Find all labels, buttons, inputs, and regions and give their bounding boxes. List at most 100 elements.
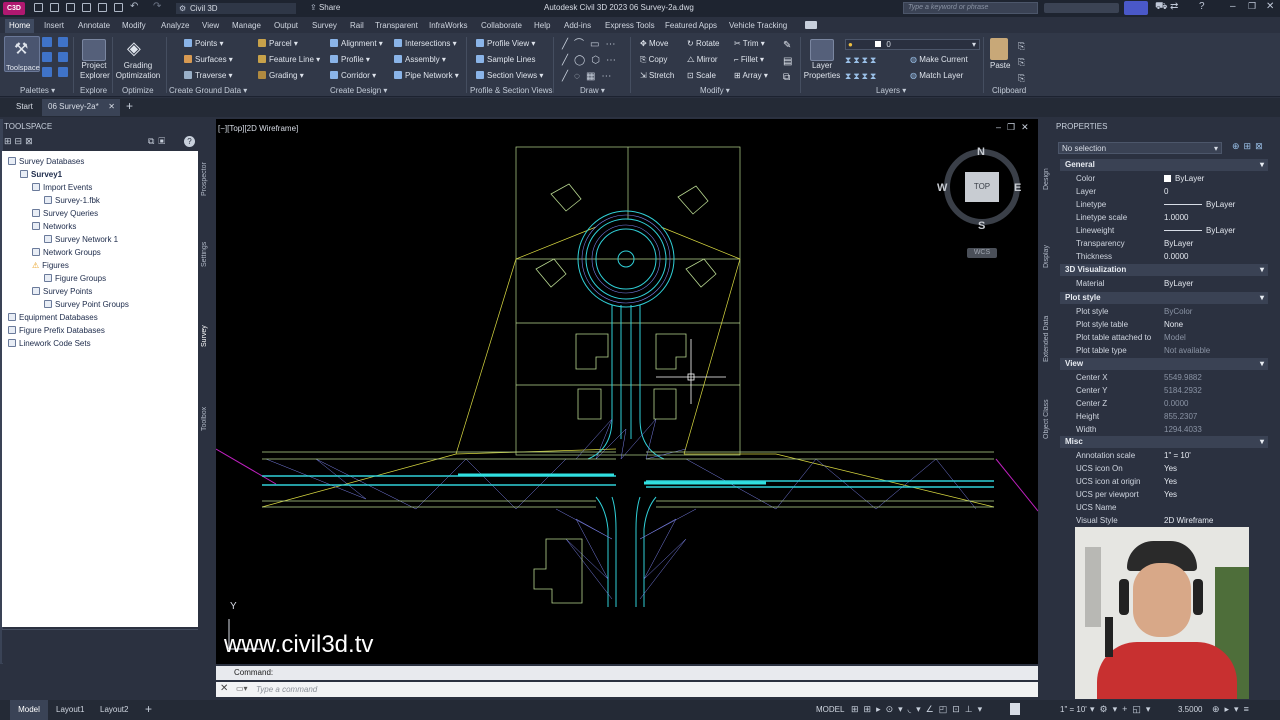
elevation-value[interactable]: 3.5000 [1178, 705, 1202, 714]
tab-display[interactable]: Display [1043, 239, 1055, 274]
category-3d-visualization[interactable]: 3D Visualization ▾ [1060, 264, 1268, 276]
edit-tools-icon[interactable]: ✎ ▤ ⧉ [783, 38, 792, 86]
workspace-toggles[interactable]: ▾⚙▾+◱▾ [1090, 704, 1155, 715]
close-icon[interactable]: ✕ [220, 683, 228, 694]
palette-icon[interactable] [58, 67, 68, 77]
palette-icon[interactable] [42, 67, 52, 77]
help-icon[interactable]: ? [184, 136, 195, 147]
cart-icon[interactable]: ⛟ [1155, 1, 1168, 14]
command-input[interactable]: ✕ ▭▾ Type a command [216, 682, 1038, 697]
category-plot-style[interactable]: Plot style ▾ [1060, 292, 1268, 304]
save-icon[interactable] [66, 3, 75, 12]
save-as-icon[interactable] [82, 3, 91, 12]
copy-button[interactable]: ⎘ Copy [640, 55, 667, 65]
category-general[interactable]: General ▾ [1060, 159, 1268, 171]
status-tools[interactable]: ⊕▸▾≡ [1212, 704, 1254, 715]
toolspace-toolbar-right[interactable]: ⧉▣ [148, 136, 169, 147]
tab-analyze[interactable]: Analyze [161, 21, 189, 30]
tab-survey[interactable]: Survey [201, 314, 213, 359]
intersections-button[interactable]: Intersections ▾ [394, 39, 457, 48]
tree-item[interactable]: Equipment Databases [8, 313, 98, 322]
match-layer-button[interactable]: ◍ Match Layer [910, 71, 963, 80]
alignment-button[interactable]: Alignment ▾ [330, 39, 383, 48]
tab-design[interactable]: Design [1043, 159, 1055, 199]
toolspace-button[interactable]: ⚒ Toolspace [4, 36, 40, 72]
ribbon-toggle-icon[interactable] [805, 21, 817, 29]
prop-value[interactable]: None [1164, 320, 1183, 329]
close-icon[interactable]: ✕ [1266, 1, 1274, 12]
tab-settings[interactable]: Settings [201, 229, 213, 279]
panel-layers[interactable]: Layers ▾ [876, 86, 906, 95]
prop-value[interactable]: 2D Wireframe [1164, 516, 1213, 525]
tab-manage[interactable]: Manage [232, 21, 261, 30]
undo-icon[interactable]: ↶ [130, 1, 138, 12]
move-button[interactable]: ✥ Move [640, 39, 669, 48]
exchange-icon[interactable]: ⇄ [1170, 1, 1178, 12]
annotation-scale[interactable]: 1" = 10' [1060, 705, 1087, 714]
annotation-icon[interactable] [1010, 703, 1020, 715]
restore-icon[interactable]: ❐ [1248, 1, 1256, 12]
tab-express-tools[interactable]: Express Tools [605, 21, 655, 30]
prop-value[interactable]: Yes [1164, 490, 1177, 499]
prop-value[interactable]: Yes [1164, 464, 1177, 473]
model-space-toggle[interactable]: MODEL [816, 705, 844, 714]
tree-item[interactable]: Linework Code Sets [8, 339, 91, 348]
stretch-button[interactable]: ⇲ Stretch [640, 71, 674, 80]
toolspace-toolbar[interactable]: ⊞⊟⊠ [4, 136, 36, 147]
palette-icon[interactable] [42, 52, 52, 62]
tab-extended-data[interactable]: Extended Data [1043, 309, 1055, 369]
layer-tools[interactable]: ⧗⧗⧗⧗ [845, 55, 878, 66]
tree-item[interactable]: Survey1 [20, 170, 62, 179]
new-icon[interactable] [34, 3, 43, 12]
prop-value[interactable]: ByLayer [1164, 174, 1204, 183]
palette-icon[interactable] [58, 37, 68, 47]
prop-value[interactable]: 1.0000 [1164, 213, 1188, 222]
tab-featured-apps[interactable]: Featured Apps [665, 21, 717, 30]
tab-survey[interactable]: Survey [312, 21, 337, 30]
panel-draw[interactable]: Draw ▾ [580, 86, 605, 95]
prop-value[interactable]: ByLayer [1164, 200, 1235, 209]
sample-lines-button[interactable]: Sample Lines [476, 55, 535, 64]
prop-value[interactable]: ByLayer [1164, 226, 1235, 235]
tab-help[interactable]: Help [534, 21, 550, 30]
layer-dropdown[interactable]: ● 0 ▾ [845, 39, 980, 50]
tree-item[interactable]: Survey Databases [8, 157, 84, 166]
tab-rail[interactable]: Rail [350, 21, 364, 30]
prop-value[interactable]: ByLayer [1164, 239, 1193, 248]
surfaces-button[interactable]: Surfaces ▾ [184, 55, 233, 64]
grading-optimization-icon[interactable]: ◈ [127, 38, 141, 59]
profile-badge[interactable] [1124, 1, 1148, 15]
prop-value[interactable]: Yes [1164, 477, 1177, 486]
corridor-button[interactable]: Corridor ▾ [330, 71, 376, 80]
close-icon[interactable]: ✕ [108, 99, 115, 115]
pipe-network-button[interactable]: Pipe Network ▾ [394, 71, 459, 80]
prop-value[interactable]: 1" = 10' [1164, 451, 1191, 460]
panel-modify[interactable]: Modify ▾ [700, 86, 730, 95]
tab-toolbox[interactable]: Toolbox [201, 394, 213, 444]
quick-select-icons[interactable]: ⊕⊞⊠ [1232, 141, 1267, 152]
compass-north[interactable]: N [977, 146, 985, 158]
clipboard-tools[interactable]: ⎘ ⎘ ⎘ [1018, 38, 1025, 86]
app-logo[interactable]: C3D [3, 2, 25, 15]
tree-item[interactable]: Survey Queries [32, 209, 98, 218]
traverse-button[interactable]: Traverse ▾ [184, 71, 233, 80]
tab-modify[interactable]: Modify [122, 21, 146, 30]
compass-west[interactable]: W [937, 182, 947, 194]
tab-document-active[interactable]: 06 Survey-2a* ✕ [42, 99, 120, 116]
tree-item[interactable]: Survey Point Groups [44, 300, 129, 309]
open-web-icon[interactable] [98, 3, 107, 12]
share-button[interactable]: ⇪ Share [310, 3, 340, 12]
tab-prospector[interactable]: Prospector [201, 149, 213, 209]
drawing-viewport[interactable]: [−][Top][2D Wireframe] –❐✕ TOP N S E W W… [216, 119, 1038, 664]
tab-collaborate[interactable]: Collaborate [481, 21, 522, 30]
category-view[interactable]: View ▾ [1060, 358, 1268, 370]
workspace-dropdown[interactable]: Civil 3D ⚙ [176, 3, 296, 14]
selection-dropdown[interactable]: No selection ▾ [1058, 142, 1222, 154]
fillet-button[interactable]: ⌐ Fillet ▾ [734, 55, 764, 64]
mirror-button[interactable]: ⧍ Mirror [687, 55, 718, 65]
tree-item[interactable]: Import Events [32, 183, 92, 192]
project-explorer-icon[interactable] [82, 39, 106, 61]
minimize-icon[interactable]: – [1230, 1, 1236, 12]
tree-item[interactable]: Survey Points [32, 287, 92, 296]
scale-button[interactable]: ⊡ Scale [687, 71, 716, 80]
